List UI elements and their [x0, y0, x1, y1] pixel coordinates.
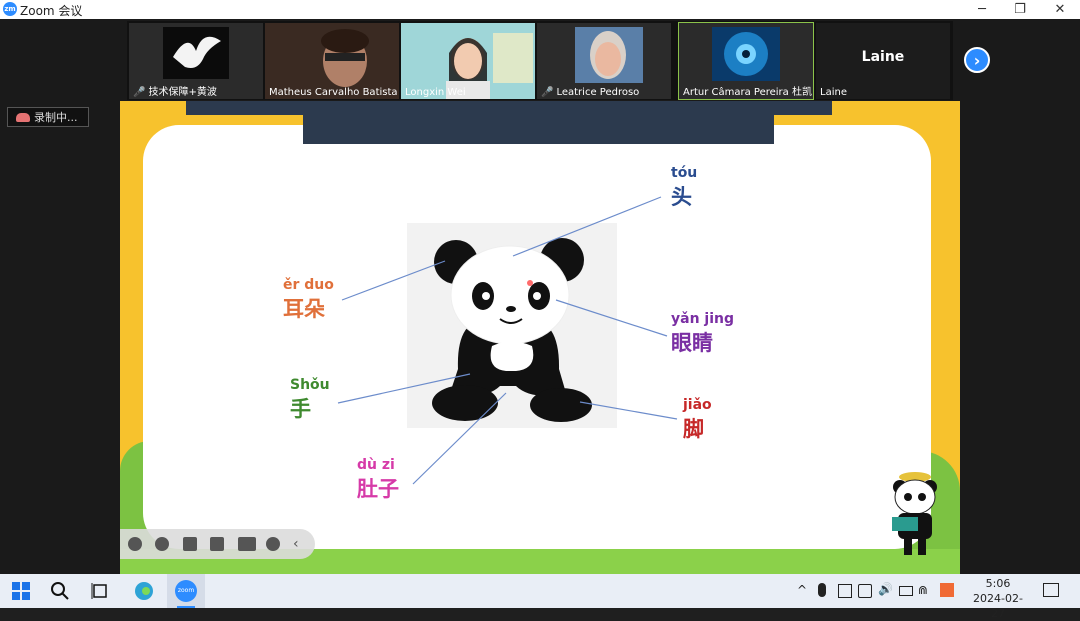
label-shou: Shǒu 手 [290, 377, 330, 423]
pinyin-text: jiǎo [683, 397, 712, 413]
task-view-icon[interactable] [89, 579, 113, 603]
hanzi-text: 眼睛 [671, 331, 713, 355]
pinyin-text: Shǒu [290, 377, 330, 393]
pen-icon[interactable] [183, 537, 197, 551]
notification-icon[interactable] [1043, 583, 1059, 597]
title-bar: zm Zoom 会议 ─ ❐ ✕ [0, 0, 1080, 19]
clock-date: 2024-02-27 [973, 592, 1023, 620]
label-yanjing: yǎn jing 眼睛 [671, 311, 734, 357]
previous-slide-icon[interactable] [128, 537, 142, 551]
pinyin-text: tóu [671, 165, 698, 181]
participant-name: 🎤 技术保障+黄波 [133, 87, 217, 98]
display-icon[interactable] [858, 584, 872, 598]
collapse-icon[interactable]: ‹ [293, 537, 307, 551]
next-page-button[interactable]: › [964, 47, 990, 73]
participant-name: Laine [820, 87, 847, 98]
battery-icon[interactable] [899, 586, 913, 596]
clock-time: 5:06 [985, 577, 1011, 590]
system-clock[interactable]: 5:06 2024-02-27 [967, 576, 1029, 621]
input-method-icon[interactable] [940, 583, 954, 597]
hanzi-text: 耳朵 [283, 297, 325, 321]
label-jiao: jiǎo 脚 [683, 397, 712, 443]
zoom-logo-icon: zm [3, 2, 17, 16]
fullscreen-icon[interactable] [210, 537, 224, 551]
label-duzi: dù zi 肚子 [357, 457, 399, 503]
participant-name: Longxin Wei [405, 87, 466, 98]
participant-tile[interactable]: Longxin Wei [401, 23, 535, 99]
annotation-toolbar: ‹ [120, 529, 315, 559]
label-tou: tóu 头 [671, 165, 697, 211]
panda-mascot-image [892, 472, 937, 555]
pinyin-text: dù zi [357, 457, 395, 473]
hanzi-text: 手 [290, 397, 311, 421]
hanzi-text: 肚子 [357, 477, 399, 501]
participant-name: Matheus Carvalho Batista [269, 87, 398, 98]
participant-tile[interactable]: Laine Laine [816, 23, 950, 99]
hanzi-text: 脚 [683, 417, 704, 441]
pinyin-text: yǎn jing [671, 311, 734, 327]
camera-icon[interactable] [838, 584, 852, 598]
muted-mic-icon: 🎤 [541, 87, 554, 98]
recording-indicator[interactable]: 录制中... [7, 107, 89, 127]
muted-mic-icon: 🎤 [133, 87, 146, 98]
hanzi-text: 头 [671, 185, 692, 209]
volume-icon[interactable]: 🔊 [878, 582, 893, 596]
participant-name: Artur Câmara Pereira 杜凯 [683, 87, 812, 98]
edge-browser-icon[interactable] [132, 579, 156, 603]
pinyin-text: ěr duo [283, 277, 334, 293]
minimize-button[interactable]: ─ [962, 0, 1002, 19]
panda-illustration [337, 196, 678, 485]
shared-slide: tóu 头 ěr duo 耳朵 yǎn jing 眼睛 Shǒu 手 jiǎo 脚 dù … [120, 101, 960, 574]
zoom-app-icon: zoom [175, 580, 197, 602]
close-button[interactable]: ✕ [1040, 0, 1080, 19]
chevron-up-icon[interactable]: ^ [797, 583, 807, 597]
taskbar: zoom ^ 🔊 ⋒ 5:06 2024-02-27 [0, 574, 1080, 620]
zoom-taskbar-button[interactable]: zoom [167, 574, 205, 608]
dove-image [163, 27, 229, 79]
restore-button[interactable]: ❐ [1000, 0, 1040, 19]
windows-start-icon[interactable] [9, 579, 33, 603]
participant-tile[interactable]: 🎤 技术保障+黄波 [129, 23, 263, 99]
participant-tile[interactable]: 🎤 Leatrice Pedroso [537, 23, 671, 99]
network-icon[interactable]: ⋒ [918, 583, 928, 597]
window-title: Zoom 会议 [20, 4, 83, 18]
next-slide-icon[interactable] [155, 537, 169, 551]
label-erduo: ěr duo 耳朵 [283, 277, 334, 323]
microphone-icon[interactable] [818, 583, 826, 597]
more-icon[interactable] [266, 537, 280, 551]
participant-tile[interactable]: Matheus Carvalho Batista [265, 23, 399, 99]
search-icon[interactable] [48, 579, 72, 603]
avatar-name: Laine [861, 49, 905, 65]
participant-name: 🎤 Leatrice Pedroso [541, 87, 640, 98]
cloud-record-icon [16, 113, 30, 122]
participant-strip: 🎤 技术保障+黄波 Matheus Carvalho Batista Longxi… [127, 21, 953, 100]
screen-icon[interactable] [238, 537, 256, 551]
participant-tile-active[interactable]: Artur Câmara Pereira 杜凯 [678, 22, 814, 100]
